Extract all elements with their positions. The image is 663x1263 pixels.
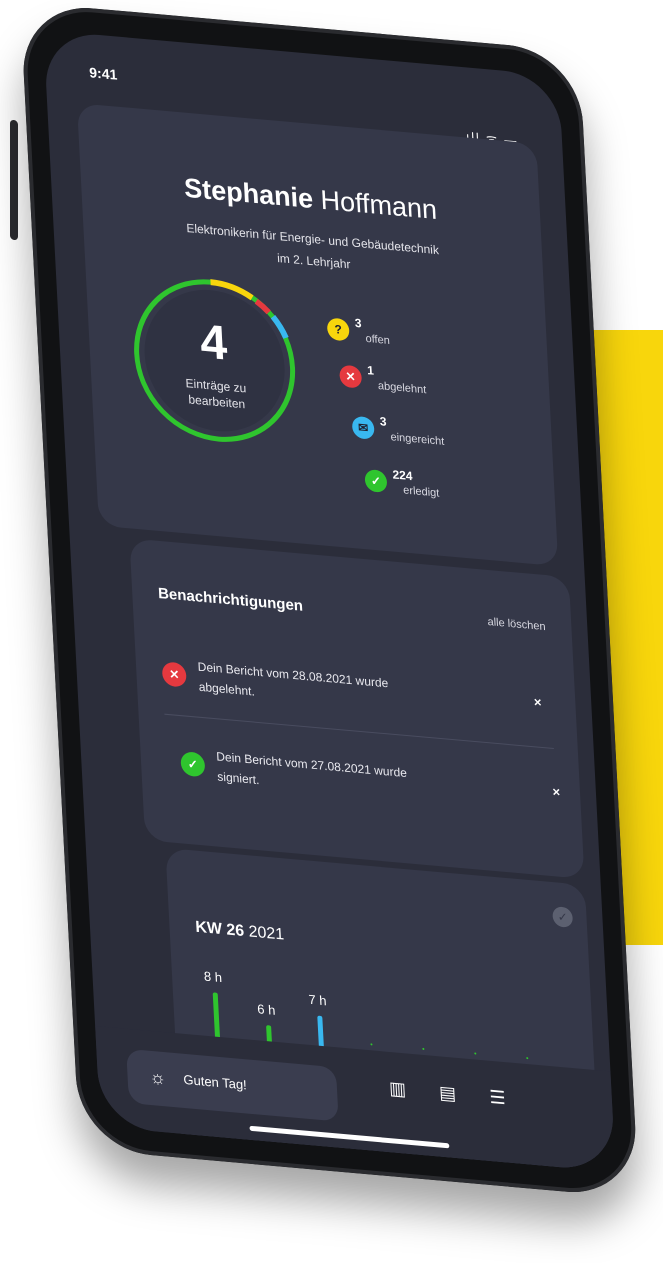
x-circle-icon: ✕ — [339, 364, 363, 389]
menu-icon[interactable]: ☰ — [486, 1086, 509, 1110]
sun-icon: ☼ — [148, 1066, 167, 1089]
hours-bar-label: 6 h — [256, 1000, 276, 1018]
stat-done-count: 224 — [392, 467, 413, 484]
stat-rejected-label: abgelehnt — [377, 379, 427, 397]
hours-bar — [422, 1047, 425, 1050]
hours-bar — [526, 1056, 529, 1059]
stat-open-label: offen — [365, 332, 391, 348]
notification-item[interactable]: ✕ Dein Bericht vom 28.08.2021 wurde abge… — [161, 653, 554, 748]
week-title: KW 26 2021 — [195, 919, 285, 945]
x-circle-icon: ✕ — [161, 661, 187, 688]
hours-bar-label: 7 h — [308, 991, 327, 1009]
question-icon: ? — [326, 317, 350, 342]
notification-text: Dein Bericht vom 27.08.2021 wurde signie… — [216, 746, 518, 813]
stat-open[interactable]: ? 3 offen — [326, 313, 488, 367]
stat-done[interactable]: ✓ 224 erledigt — [364, 465, 526, 519]
notifications-card: Benachrichtigungen alle löschen ✕ Dein B… — [129, 538, 585, 879]
stat-rejected[interactable]: ✕ 1 abgelehnt — [339, 361, 501, 415]
report-icon[interactable]: ▤ — [436, 1082, 459, 1106]
stat-rejected-count: 1 — [366, 363, 375, 378]
greeting-text: Guten Tag! — [183, 1071, 248, 1093]
phone-mockup: 9:41 ıll ᯤ ▬ Stephanie Hoffmann Elektron… — [0, 0, 663, 1263]
hours-bar — [474, 1051, 477, 1055]
app-screen: 9:41 ıll ᯤ ▬ Stephanie Hoffmann Elektron… — [43, 30, 616, 1173]
check-icon[interactable]: ✓ — [552, 906, 574, 928]
stat-submitted-count: 3 — [379, 414, 387, 429]
phone-body: 9:41 ıll ᯤ ▬ Stephanie Hoffmann Elektron… — [20, 2, 639, 1199]
check-circle-icon: ✓ — [180, 751, 206, 778]
greeting-button[interactable]: ☼ Guten Tag! — [126, 1048, 339, 1122]
status-time: 9:41 — [88, 64, 118, 83]
notification-text: Dein Bericht vom 28.08.2021 wurde abgele… — [197, 656, 499, 723]
hours-bar — [370, 1042, 373, 1045]
profile-last-name: Hoffmann — [319, 184, 438, 226]
stat-submitted-label: eingereicht — [390, 431, 445, 448]
clear-all-link[interactable]: alle löschen — [487, 616, 546, 633]
phone-side-button — [10, 119, 18, 241]
stat-submitted[interactable]: ✉ 3 eingereicht — [351, 412, 513, 466]
stats-icon[interactable]: ▥ — [386, 1078, 409, 1102]
profile-card: Stephanie Hoffmann Elektronikerin für En… — [76, 103, 559, 567]
close-icon[interactable]: × — [534, 694, 542, 710]
stat-open-count: 3 — [354, 315, 362, 331]
check-circle-icon: ✓ — [364, 468, 388, 494]
week-number: KW 26 — [194, 918, 245, 941]
notifications-title: Benachrichtigungen — [157, 584, 304, 615]
profile-first-name: Stephanie — [183, 172, 314, 215]
close-icon[interactable]: × — [552, 784, 560, 800]
home-indicator — [249, 1125, 450, 1149]
week-year: 2021 — [248, 923, 285, 944]
envelope-icon: ✉ — [351, 415, 375, 440]
stat-done-label: erledigt — [402, 484, 440, 500]
ring-rejected-segment — [254, 298, 271, 315]
hours-bar-label: 8 h — [203, 968, 223, 986]
notification-item[interactable]: ✓ Dein Bericht vom 27.08.2021 wurde sign… — [180, 743, 573, 838]
